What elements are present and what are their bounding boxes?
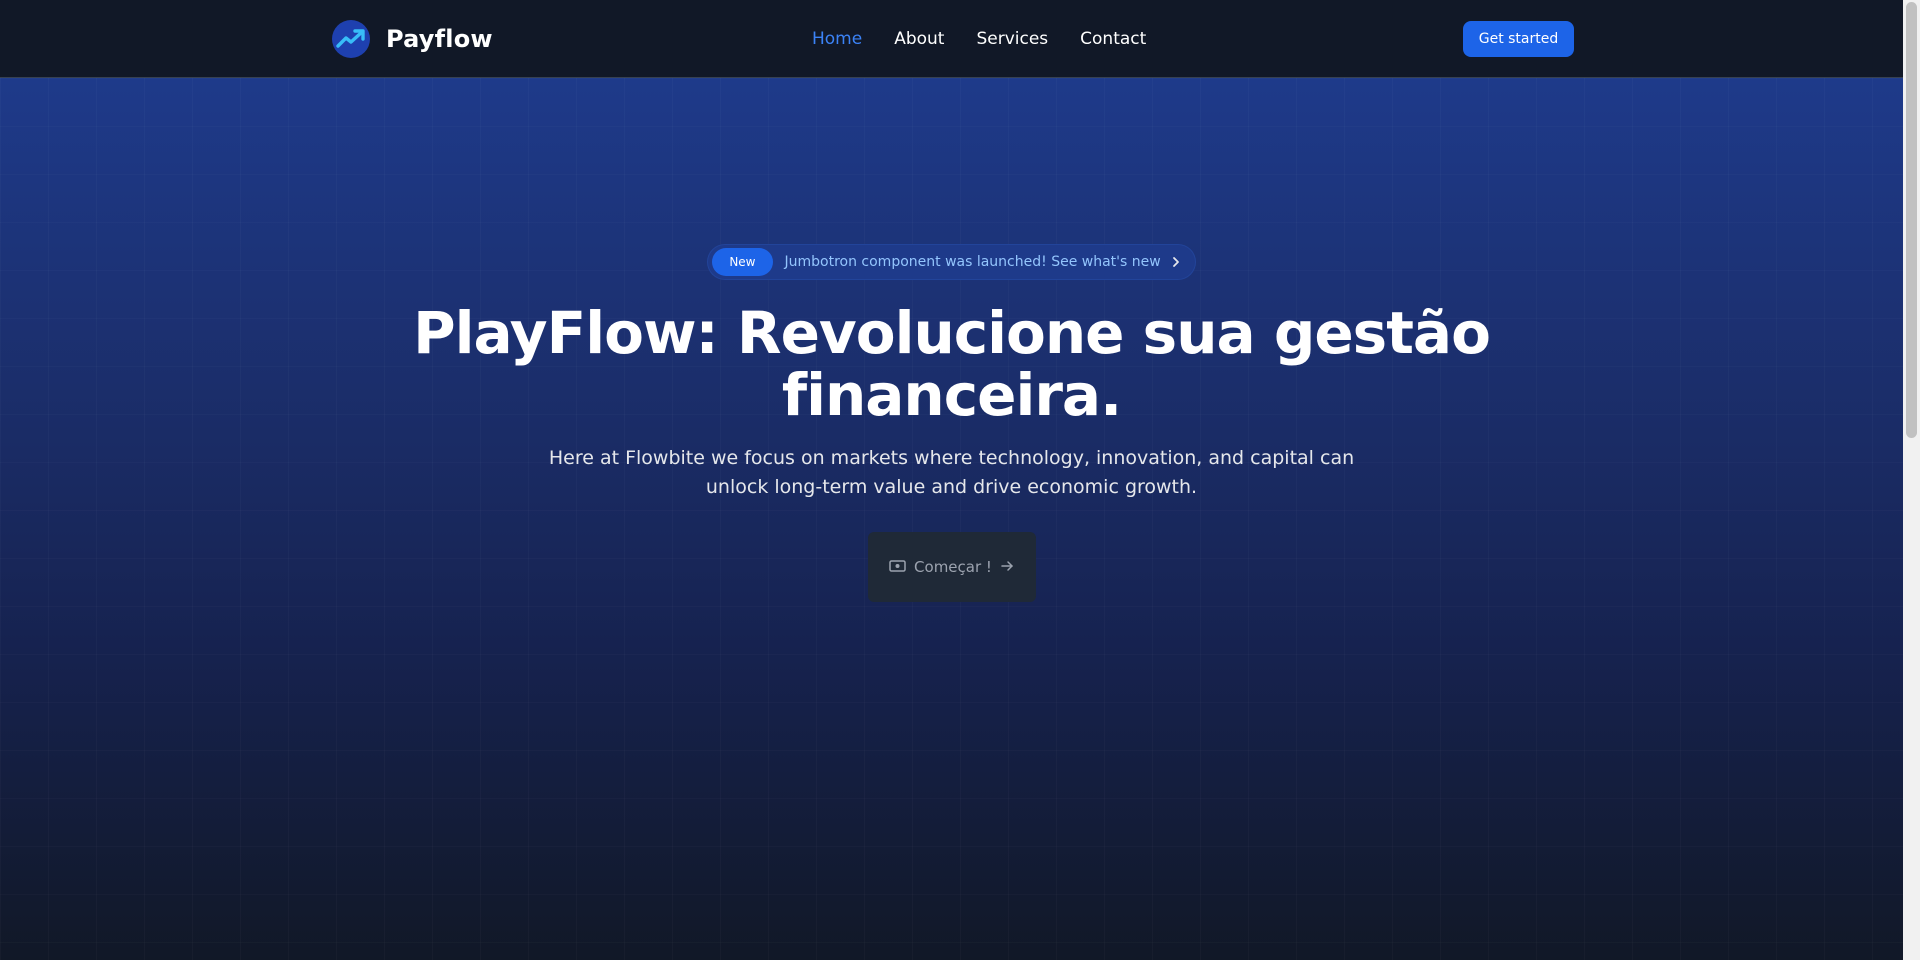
navbar: Payflow Home About Services Contact Get …	[0, 0, 1903, 78]
brand-name: Payflow	[386, 25, 493, 53]
nav-menu: Home About Services Contact	[812, 0, 1146, 78]
start-button[interactable]: Começar !	[867, 532, 1036, 602]
brand-link[interactable]: Payflow	[332, 20, 493, 58]
new-badge: New	[712, 248, 773, 276]
get-started-button[interactable]: Get started	[1463, 21, 1574, 57]
arrow-right-icon	[1000, 558, 1014, 576]
nav-link-contact[interactable]: Contact	[1080, 29, 1146, 49]
page-scrollbar[interactable]	[1903, 0, 1920, 960]
start-button-label: Começar !	[914, 558, 992, 576]
navbar-inner: Payflow Home About Services Contact Get …	[332, 0, 1574, 78]
hero-content: New Jumbotron component was launched! Se…	[0, 244, 1903, 602]
scrollbar-thumb[interactable]	[1906, 2, 1917, 438]
chevron-right-icon	[1171, 256, 1181, 268]
nav-link-services[interactable]: Services	[976, 29, 1048, 49]
nav-link-home[interactable]: Home	[812, 29, 862, 49]
cash-icon	[889, 558, 906, 576]
hero-headline: PlayFlow: Revolucione sua gestão finance…	[413, 299, 1491, 429]
announcement-link[interactable]: New Jumbotron component was launched! Se…	[707, 244, 1196, 280]
trending-up-icon	[332, 20, 370, 58]
hero-section: New Jumbotron component was launched! Se…	[0, 78, 1903, 960]
hero-subtext: Here at Flowbite we focus on markets whe…	[548, 447, 1355, 498]
nav-link-about[interactable]: About	[894, 29, 944, 49]
announcement-text: Jumbotron component was launched! See wh…	[784, 254, 1161, 270]
